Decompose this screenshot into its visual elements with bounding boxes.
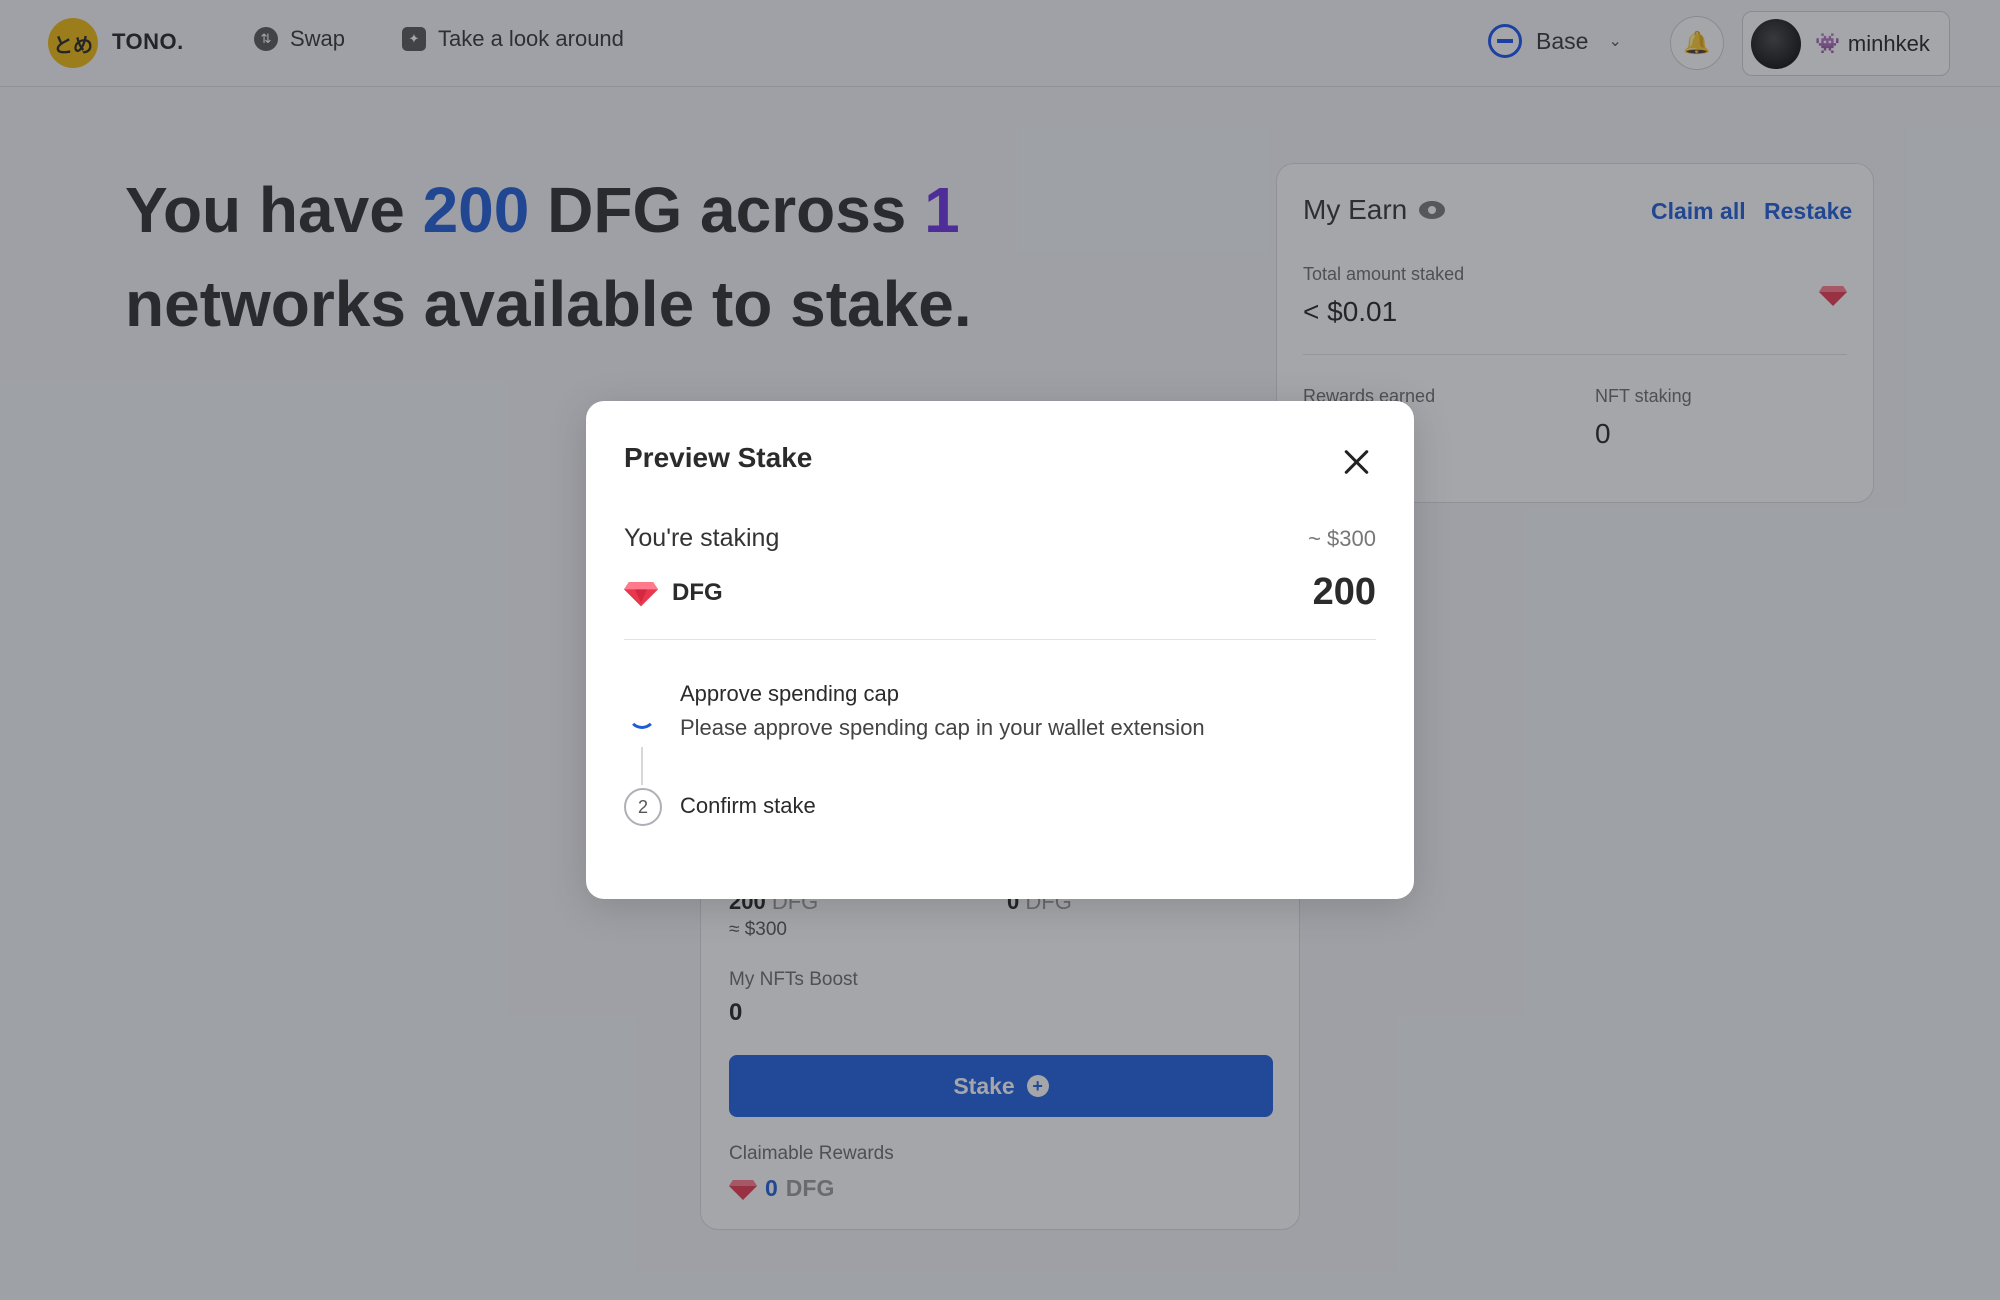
staking-token-symbol: DFG [672,579,723,606]
staking-usd-value: ~ $300 [1308,526,1376,551]
modal-title: Preview Stake [624,442,813,473]
step-confirm-title: Confirm stake [680,793,816,818]
staking-label: You're staking [624,524,780,552]
close-icon[interactable] [1338,444,1374,480]
step-approve-description: Please approve spending cap in your wall… [680,715,1205,740]
loading-spinner-icon [628,701,656,729]
step-connector [641,747,643,785]
staking-amount: 200 [1312,571,1376,613]
staking-token: DFG [624,579,723,607]
preview-stake-modal: Preview Stake You're staking ~ $300 DFG … [586,401,1414,899]
step-number-badge: 2 [624,788,662,826]
dfg-gem-icon [624,582,658,607]
modal-divider [624,639,1376,640]
step-approve-title: Approve spending cap [680,681,899,706]
